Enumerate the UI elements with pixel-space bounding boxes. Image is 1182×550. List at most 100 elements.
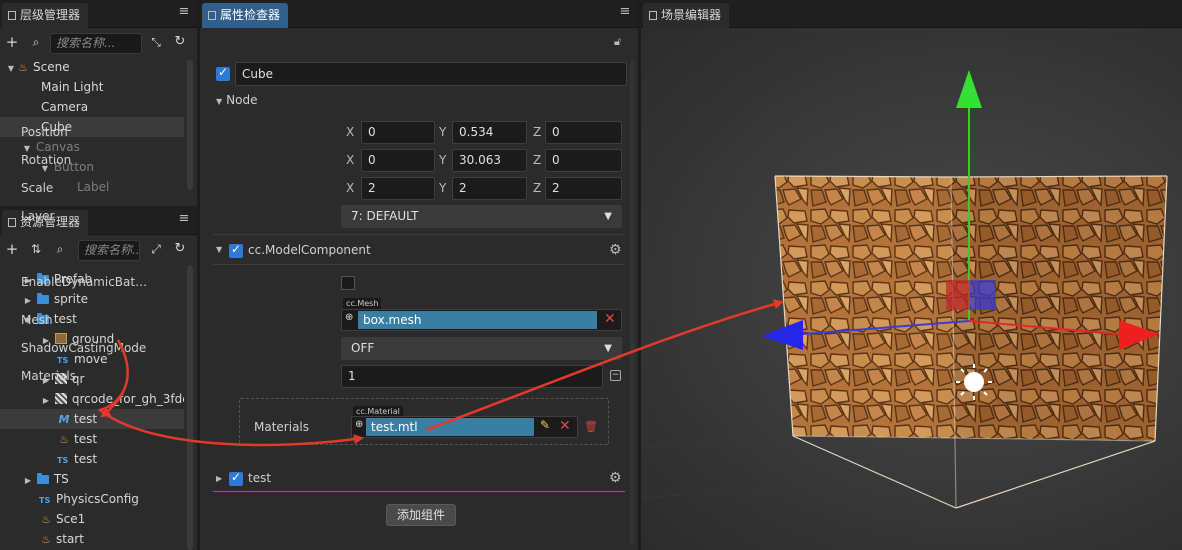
typescript-icon: TS <box>39 496 51 505</box>
locate-icon[interactable]: ⊕ <box>355 419 363 430</box>
collapse-materials-icon[interactable]: − <box>610 370 621 381</box>
search-icon[interactable]: ⌕ <box>52 241 68 257</box>
axis-label-x: X <box>346 153 355 167</box>
hierarchy-scrollbar[interactable] <box>187 60 193 190</box>
locate-icon[interactable]: ⊕ <box>345 312 353 323</box>
axis-label-y: Y <box>439 181 447 195</box>
gizmo-x-neg-arrow[interactable] <box>761 320 803 350</box>
rotation-y-input[interactable]: 30.063 <box>452 149 527 172</box>
tree-node-main-light[interactable]: Main Light <box>0 77 184 97</box>
scale-z-input[interactable]: 2 <box>545 177 622 200</box>
tab-hierarchy-label: 层级管理器 <box>20 8 81 22</box>
model-component-enabled-checkbox[interactable] <box>229 242 243 258</box>
collapse-all-icon[interactable]: ⤡ <box>148 34 164 50</box>
material-asset-field[interactable]: ⊕ test.mtl ✎ ✕ <box>351 416 578 438</box>
asset-label: TS <box>53 472 69 486</box>
axis-label-x: X <box>346 125 355 139</box>
inspector-menu-icon[interactable]: ≡ <box>618 5 632 19</box>
scene-tabbar: 场景编辑器 <box>641 0 1182 28</box>
assets-search-input[interactable]: 搜索名称... <box>78 240 140 261</box>
asset-label: test <box>74 452 98 466</box>
hierarchy-tabbar: 层级管理器 ≡ <box>0 0 197 28</box>
tab-inspector-label: 属性检查器 <box>220 8 281 22</box>
axis-label-y: Y <box>439 125 447 139</box>
refresh-icon[interactable]: ↻ <box>172 241 188 257</box>
add-node-icon[interactable]: + <box>4 34 20 50</box>
light-icon[interactable] <box>964 372 984 392</box>
collapse-all-icon[interactable]: ⤢ <box>148 241 164 257</box>
assets-scrollbar[interactable] <box>187 265 193 550</box>
tab-hierarchy[interactable]: 层级管理器 <box>2 3 89 28</box>
edit-pencil-icon[interactable]: ✎ <box>540 418 550 432</box>
asset-physics-config[interactable]: TS PhysicsConfig <box>39 489 139 509</box>
mesh-asset-field[interactable]: ⊕ box.mesh ✕ <box>341 309 622 331</box>
gizmo-plane-handle[interactable] <box>946 280 970 310</box>
clear-mesh-icon[interactable]: ✕ <box>604 311 616 327</box>
shadow-casting-mode-select[interactable]: OFF ▼ <box>341 337 622 360</box>
delete-trash-icon[interactable]: 🗑︎ <box>584 420 598 433</box>
clear-material-icon[interactable]: ✕ <box>559 418 571 434</box>
position-z-input[interactable]: 0 <box>545 121 622 144</box>
divider <box>213 234 625 235</box>
assets-menu-icon[interactable]: ≡ <box>177 212 191 226</box>
shadow-casting-mode-label: ShadowCastingMode <box>21 341 147 355</box>
rotation-x-input[interactable]: 0 <box>361 149 435 172</box>
position-y-input[interactable]: 0.534 <box>452 121 527 144</box>
add-component-button[interactable]: 添加组件 <box>386 504 456 526</box>
asset-ts-folder[interactable]: ▶ TS <box>23 469 69 489</box>
tree-node-camera[interactable]: Camera <box>0 97 184 117</box>
expand-arrow-icon[interactable]: ▼ <box>6 59 16 79</box>
axis-label-z: Z <box>533 125 542 139</box>
tree-node-label: Scene <box>33 60 70 74</box>
tab-scene[interactable]: 场景编辑器 <box>643 3 730 28</box>
tree-node-scene[interactable]: ▼ ♨ Scene <box>6 57 184 77</box>
axis-label-y: Y <box>439 153 447 167</box>
enable-dynamic-batching-checkbox[interactable] <box>341 276 355 290</box>
asset-test-scene[interactable]: ♨ test <box>57 429 97 449</box>
rotation-z-input[interactable]: 0 <box>545 149 622 172</box>
scene-render <box>641 70 1182 509</box>
expand-arrow-icon[interactable]: ▶ <box>41 391 51 409</box>
expand-arrow-icon[interactable]: ▶ <box>216 474 222 483</box>
add-asset-icon[interactable]: + <box>4 241 20 257</box>
tab-inspector[interactable]: 属性检查器 <box>202 3 289 28</box>
enable-dynamic-batching-label: EnableDynamicBat… <box>21 275 148 289</box>
node-name-input[interactable]: Cube <box>235 62 627 86</box>
expand-arrow-icon[interactable]: ▶ <box>23 471 33 491</box>
gear-icon[interactable]: ⚙ <box>609 470 622 486</box>
collapse-arrow-icon[interactable]: ▼ <box>216 245 222 254</box>
node-section-header[interactable]: ▼ Node <box>216 88 257 112</box>
hierarchy-menu-icon[interactable]: ≡ <box>177 5 191 19</box>
position-label: Position <box>21 125 68 139</box>
hierarchy-toolbar: + ⌕ 搜索名称... ⤡ ↻ <box>0 29 197 57</box>
asset-label: Sce1 <box>56 512 86 526</box>
asset-start[interactable]: ♨ start <box>39 529 84 549</box>
tab-scene-label: 场景编辑器 <box>661 8 722 22</box>
lock-icon[interactable]: 🔓︎ <box>614 35 621 49</box>
position-x-input[interactable]: 0 <box>361 121 435 144</box>
hierarchy-search-input[interactable]: 搜索名称... <box>50 33 142 54</box>
asset-test-material[interactable]: Mtest <box>0 409 184 429</box>
asset-test-script[interactable]: TS test <box>57 449 97 469</box>
scale-y-input[interactable]: 2 <box>452 177 527 200</box>
asset-label: qrcode_for_gh_3fde <box>71 392 184 406</box>
asset-label: test <box>74 412 98 426</box>
asset-qrcode[interactable]: ▶ qrcode_for_gh_3fde <box>41 389 184 409</box>
cube-front-face[interactable] <box>775 176 956 438</box>
folder-icon <box>36 473 49 484</box>
search-icon[interactable]: ⌕ <box>28 34 44 50</box>
materials-count-input[interactable]: 1 <box>341 365 603 388</box>
scene-viewport[interactable] <box>641 28 1182 550</box>
sort-icon[interactable]: ⇅ <box>28 241 44 257</box>
refresh-icon[interactable]: ↻ <box>172 34 188 50</box>
asset-sce1[interactable]: ♨ Sce1 <box>39 509 85 529</box>
test-component-enabled-checkbox[interactable] <box>229 470 243 486</box>
gizmo-y-arrow[interactable] <box>956 70 982 108</box>
layer-select[interactable]: 7: DEFAULT ▼ <box>341 205 622 228</box>
gear-icon[interactable]: ⚙ <box>609 242 622 258</box>
scale-x-input[interactable]: 2 <box>361 177 435 200</box>
mesh-label: Mesh <box>21 313 53 327</box>
gizmo-plane-handle[interactable] <box>970 280 996 310</box>
inspector-scrollbar[interactable] <box>630 60 635 544</box>
node-active-checkbox[interactable] <box>216 65 230 81</box>
